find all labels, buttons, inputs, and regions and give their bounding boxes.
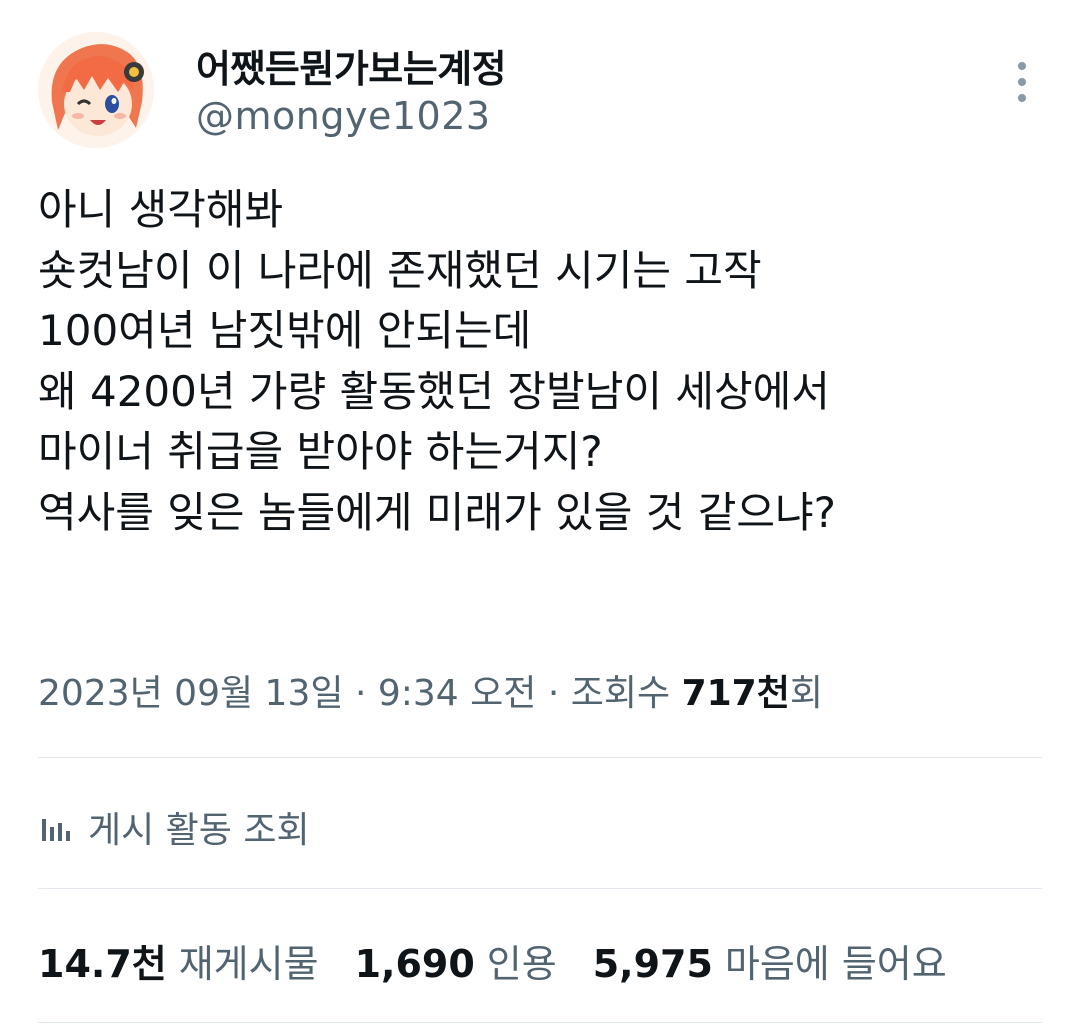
engagement-stats: 14.7천 재게시물 1,690 인용 5,975 마음에 들어요 — [38, 930, 983, 990]
tweet-header: 어쨌든뭔가보는계정 @mongye1023 — [38, 32, 1042, 152]
tweet-meta: 2023년 09월 13일 · 9:34 오전 · 조회수 717천회 — [38, 664, 823, 716]
reposts-label: 재게시물 — [178, 941, 319, 986]
quotes-label: 인용 — [486, 941, 557, 986]
meta-separator: · — [547, 673, 560, 714]
user-handle[interactable]: @mongye1023 — [196, 94, 491, 138]
dot — [1018, 78, 1026, 86]
dot — [1018, 94, 1026, 102]
anime-character-avatar-icon — [38, 32, 154, 148]
dot — [1018, 62, 1026, 70]
more-vertical-icon[interactable] — [1014, 62, 1030, 102]
views-label: 조회수 — [570, 673, 671, 714]
divider — [38, 888, 1042, 889]
tweet-line: 마이너 취급을 받아야 하는거지? — [38, 427, 603, 476]
likes-stat[interactable]: 5,975 마음에 들어요 — [593, 933, 947, 988]
reposts-count: 14.7천 — [38, 941, 167, 986]
likes-count: 5,975 — [592, 941, 713, 986]
quotes-count: 1,690 — [354, 941, 475, 986]
meta-separator: · — [354, 673, 367, 714]
analytics-bar-chart-icon — [42, 819, 70, 841]
avatar[interactable] — [38, 32, 154, 148]
views-suffix: 회 — [789, 673, 823, 714]
tweet-date[interactable]: 2023년 09월 13일 — [38, 673, 343, 714]
divider — [38, 757, 1042, 758]
views-count: 717천 — [681, 673, 790, 714]
display-name[interactable]: 어쨌든뭔가보는계정 — [196, 38, 507, 93]
tweet-time[interactable]: 9:34 오전 — [378, 673, 537, 714]
post-activity-label: 게시 활동 조회 — [88, 810, 310, 851]
divider — [38, 1022, 1042, 1023]
likes-label: 마음에 들어요 — [724, 941, 947, 986]
quotes-stat[interactable]: 1,690 인용 — [355, 933, 557, 988]
post-activity-link[interactable]: 게시 활동 조회 — [38, 800, 310, 854]
tweet-line: 왜 4200년 가량 활동했던 장발남이 세상에서 — [38, 366, 830, 416]
tweet-line: 아니 생각해봐 — [38, 185, 284, 234]
tweet-line: 역사를 잊은 놈들에게 미래가 있을 것 같으냐? — [38, 487, 836, 537]
reposts-stat[interactable]: 14.7천 재게시물 — [38, 933, 319, 988]
tweet-line: 100여년 남짓밖에 안되는데 — [38, 306, 532, 355]
tweet-text: 아니 생각해봐 숏컷남이 이 나라에 존재했던 시기는 고작 100여년 남짓밖… — [38, 180, 1038, 543]
tweet-line: 숏컷남이 이 나라에 존재했던 시기는 고작 — [38, 245, 762, 295]
